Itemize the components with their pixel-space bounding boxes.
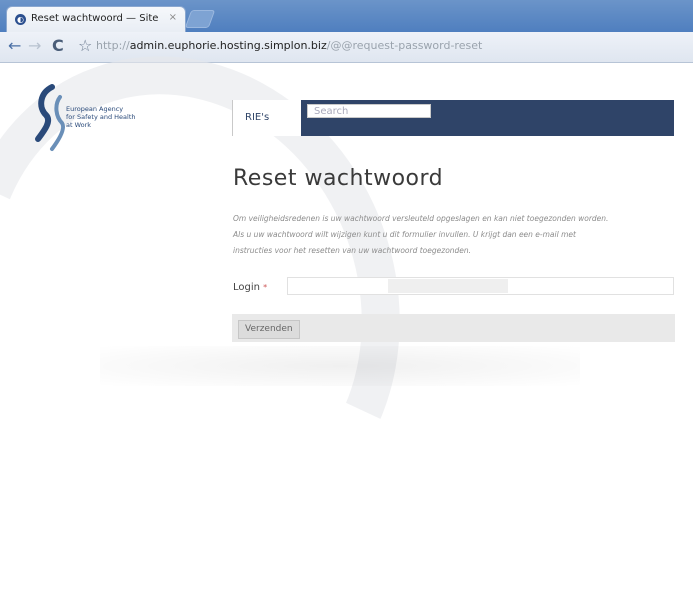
page-title: Reset wachtwoord [233, 166, 444, 191]
logo-line: at Work [66, 121, 92, 129]
tab-close-icon[interactable]: × [169, 12, 177, 23]
url-scheme: http:// [96, 39, 130, 52]
page: European Agency for Safety and Health at… [0, 0, 693, 609]
browser-tab[interactable]: ◐ Reset wachtwoord — Site × [6, 6, 186, 33]
search-input[interactable]: Search [307, 104, 431, 118]
url-path: /@@request-password-reset [326, 39, 483, 52]
reload-icon[interactable]: C [52, 37, 64, 55]
login-field-autofill [388, 279, 508, 293]
intro-line: Om veiligheidsredenen is uw wachtwoord v… [233, 214, 609, 223]
login-label: Login * [233, 282, 267, 293]
page-shadow [100, 346, 580, 386]
top-navbar: RIE's Search [232, 100, 674, 136]
bookmark-star-icon[interactable]: ☆ [78, 37, 92, 55]
new-tab-button[interactable] [184, 10, 216, 28]
address-bar[interactable]: http://admin.euphorie.hosting.simplon.bi… [96, 38, 482, 54]
logo-line: European Agency [66, 105, 124, 113]
required-marker: * [263, 283, 268, 292]
intro-line: instructies voor het resetten van uw wac… [233, 246, 472, 255]
forward-icon[interactable]: → [28, 37, 41, 55]
intro-text: Om veiligheidsredenen is uw wachtwoord v… [233, 211, 673, 259]
login-field[interactable] [287, 277, 674, 295]
form-actions: Verzenden [232, 314, 675, 342]
login-label-text: Login [233, 282, 260, 293]
tab-title: Reset wachtwoord — Site [31, 13, 159, 24]
site-favicon-icon: ◐ [15, 14, 26, 25]
nav-link-ries[interactable]: RIE's [245, 112, 269, 123]
agency-logo[interactable]: European Agency for Safety and Health at… [30, 83, 140, 155]
logo-text: European Agency for Safety and Health at… [66, 105, 136, 129]
submit-button[interactable]: Verzenden [238, 320, 300, 339]
url-host: admin.euphorie.hosting.simplon.biz [129, 39, 327, 52]
back-icon[interactable]: ← [8, 37, 21, 55]
navbar-link-area: RIE's [232, 100, 301, 136]
browser-tab-strip: ◐ Reset wachtwoord — Site × [0, 0, 693, 33]
logo-mark-icon [35, 84, 65, 151]
intro-line: Als u uw wachtwoord wilt wijzigen kunt u… [233, 230, 576, 239]
logo-line: for Safety and Health [66, 113, 136, 121]
browser-toolbar: ← → C ☆ http://admin.euphorie.hosting.si… [0, 32, 693, 63]
